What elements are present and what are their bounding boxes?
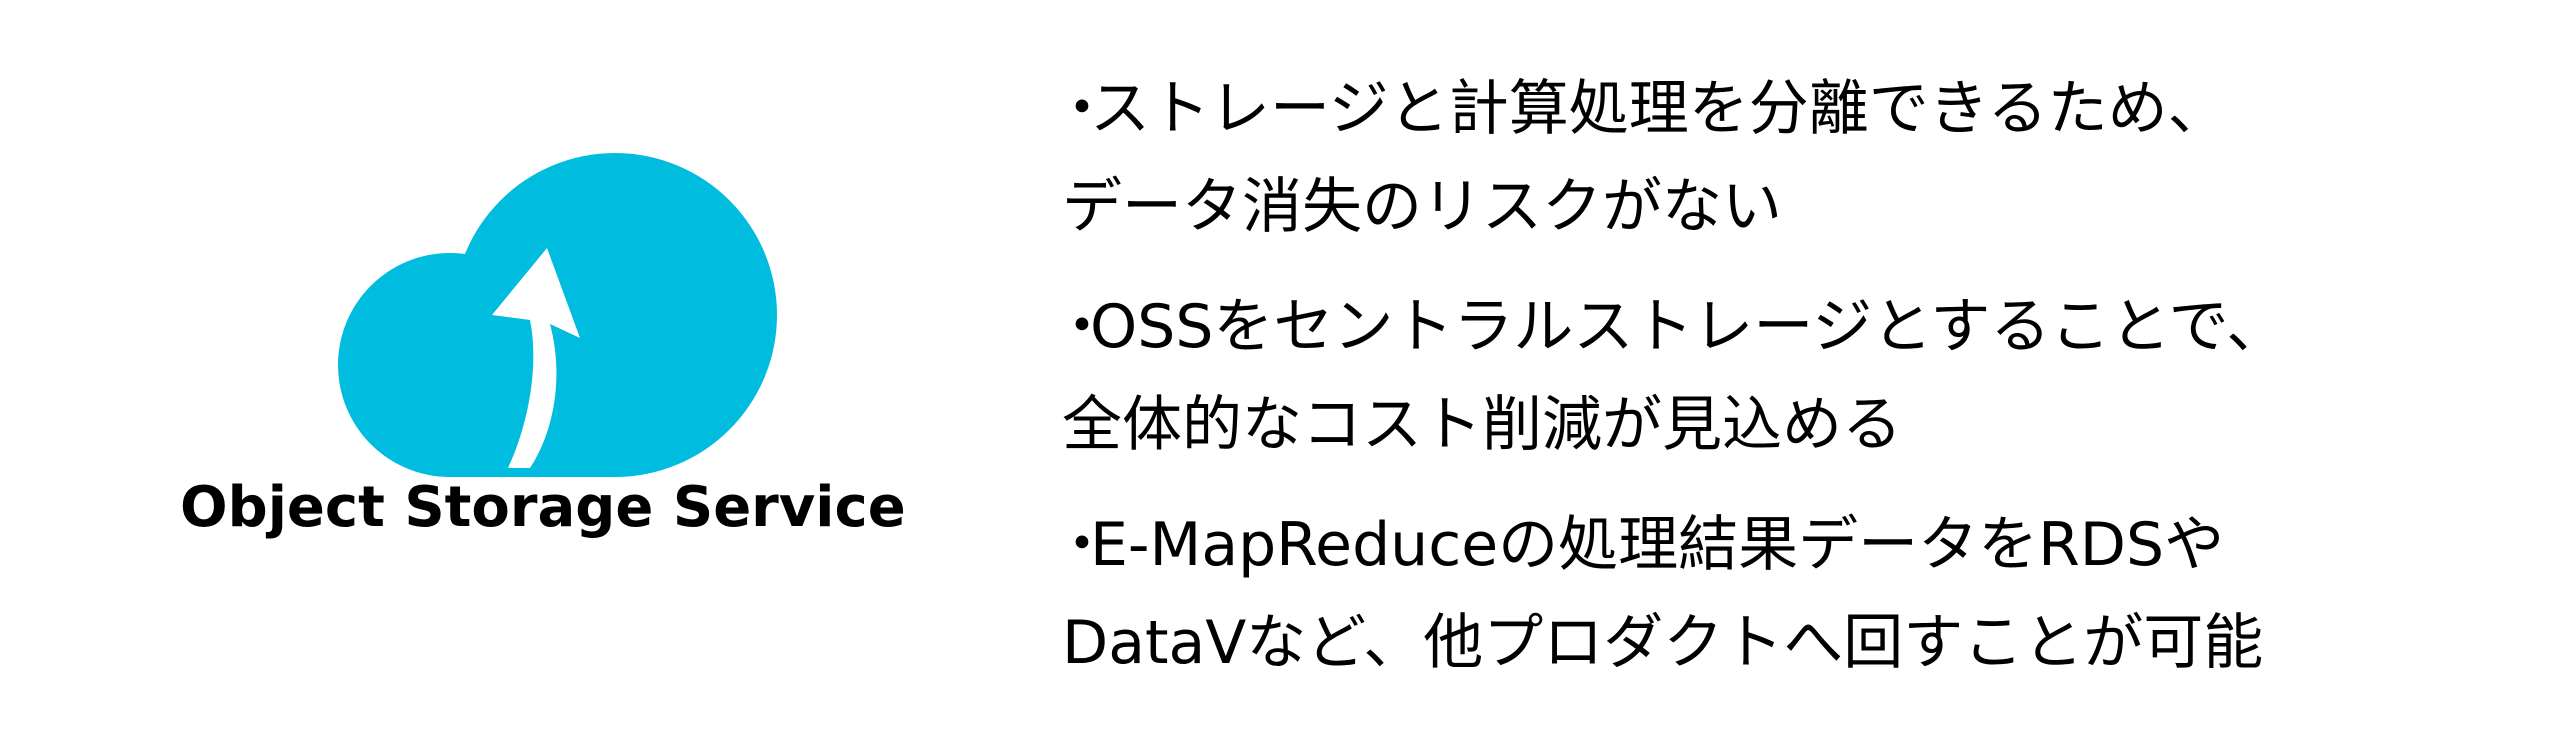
bullet-marker: ・: [1052, 510, 1112, 580]
feature-line: ・ E-MapReduceの処理結果データをRDSや: [1040, 496, 2520, 594]
bullet-marker: ・: [1052, 292, 1112, 362]
feature-text: OSSをセントラルストレージとすることで、: [1090, 292, 2287, 362]
feature-line: ・ストレージと計算処理を分離できるため、: [1040, 60, 2520, 158]
feature-list: ・ストレージと計算処理を分離できるため、 データ消失のリスクがない ・ OSSをセ…: [1040, 60, 2520, 714]
feature-line: DataVなど、他プロダクトへ回すことが可能: [1062, 608, 2264, 678]
feature-item: ・ OSSをセントラルストレージとすることで、 全体的なコスト削減が見込める: [1040, 278, 2520, 474]
oss-logo: Object Storage Service: [180, 130, 980, 590]
service-name: Object Storage Service: [180, 475, 906, 540]
feature-text: ストレージと計算処理を分離できるため、: [1090, 74, 2228, 144]
feature-line: 全体的なコスト削減が見込める: [1062, 390, 1902, 460]
feature-text: E-MapReduceの処理結果データをRDSや: [1090, 510, 2225, 580]
cloud-upload-icon: [338, 153, 777, 477]
feature-item: ・ストレージと計算処理を分離できるため、 データ消失のリスクがない: [1040, 60, 2520, 256]
feature-item: ・ E-MapReduceの処理結果データをRDSや DataVなど、他プロダクト…: [1040, 496, 2520, 692]
feature-line: ・ OSSをセントラルストレージとすることで、: [1040, 278, 2520, 376]
bullet-marker: ・: [1052, 74, 1112, 144]
feature-line: データ消失のリスクがない: [1062, 172, 1782, 242]
